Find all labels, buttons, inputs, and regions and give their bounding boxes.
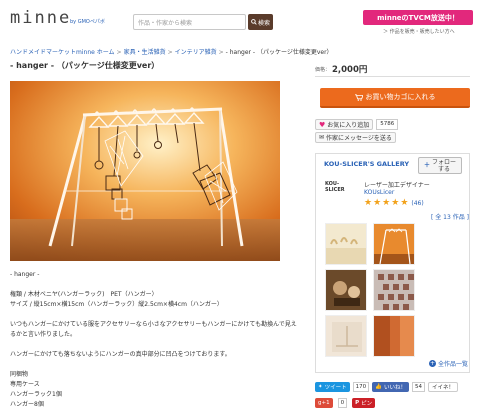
desc-gap bbox=[10, 360, 300, 370]
add-to-cart-label: お買い物カゴに入れる bbox=[365, 93, 436, 101]
tweet-button[interactable]: ✦ ツイート bbox=[315, 382, 350, 392]
seller-link[interactable]: ＞ 作品を販売・販売したい方へ bbox=[383, 28, 455, 35]
breadcrumb-category[interactable]: 家具・生活雑貨 bbox=[124, 49, 166, 56]
follow-label: フォローする bbox=[432, 158, 457, 173]
rating-stars: ★ ★ ★ ★ ★ (46) bbox=[364, 199, 424, 208]
all-works-link[interactable]: + 全作品一覧 bbox=[429, 359, 468, 368]
follow-button[interactable]: ＋ フォローする bbox=[418, 157, 462, 174]
creator-name[interactable]: KOUsLicer bbox=[364, 189, 394, 196]
tweet-label: ツイート bbox=[324, 385, 347, 391]
desc-line: ハンガーにかけても落ちないようにハンガーの真中部分に凹凸をつけております。 bbox=[10, 351, 231, 358]
search-button-label: 検索 bbox=[257, 19, 270, 27]
desc-line: - hanger - bbox=[10, 271, 40, 278]
gplus-label: g+1 bbox=[318, 400, 330, 406]
twitter-icon: ✦ bbox=[318, 384, 323, 390]
pin-label: ピン bbox=[361, 401, 373, 407]
breadcrumb: ハンドメイドマーケットminne ホーム > 家具・生活雑貨 > インテリア雑貨 > - h… bbox=[10, 47, 333, 56]
items-count[interactable]: [ 全 13 作品 ] bbox=[431, 212, 469, 221]
breadcrumb-current: - hanger - （パッケージ仕様変更ver） bbox=[225, 49, 333, 56]
favorite-count: 5786 bbox=[376, 119, 399, 130]
search-icon bbox=[251, 19, 257, 25]
search-button[interactable]: 検索 bbox=[248, 14, 273, 30]
social-share-row: ✦ ツイート 170 👍 いいね！ 54 イイネ！ bbox=[315, 382, 459, 392]
breadcrumb-separator: > bbox=[167, 49, 173, 56]
site-header: minne by GMOペパボ 作品・作家から検索 検索 minneのTVCM放… bbox=[0, 0, 480, 40]
google-plus-button[interactable]: g+1 bbox=[315, 398, 333, 408]
cart-icon bbox=[354, 93, 363, 101]
price-value: 2,000円 bbox=[332, 65, 368, 75]
message-creator-button[interactable]: ✉ 作家にメッセージを送る bbox=[315, 132, 396, 143]
like-count: 54 bbox=[412, 382, 425, 392]
review-count[interactable]: (46) bbox=[411, 200, 423, 207]
pinterest-button[interactable]: P ピン bbox=[352, 398, 376, 408]
breadcrumb-home[interactable]: ハンドメイドマーケットminne ホーム bbox=[10, 49, 115, 56]
desc-gap bbox=[10, 280, 300, 290]
desc-line: ハンガーラック1個 bbox=[10, 391, 62, 398]
creator-gallery: KOU-SLICER'S GALLERY ＋ フォローする KOU-SLICER… bbox=[315, 153, 470, 373]
product-description: - hanger - 権類 / 木材ベニヤ(ハンガーラック) PET（ハンガー）… bbox=[10, 270, 300, 410]
social-share-row-2: g+1 0 P ピン bbox=[315, 398, 376, 408]
all-works-label: 全作品一覧 bbox=[438, 361, 469, 368]
iine-label: イイネ！ bbox=[432, 385, 455, 391]
gallery-thumbnail[interactable] bbox=[325, 269, 367, 311]
breadcrumb-separator: > bbox=[116, 49, 122, 56]
product-title: - hanger - （パッケージ仕様変更ver） bbox=[10, 61, 160, 70]
gallery-thumbnail[interactable] bbox=[373, 269, 415, 311]
gallery-thumbnail[interactable] bbox=[325, 315, 367, 357]
price-label: 価格： bbox=[315, 67, 331, 73]
thumbs-up-icon: 👍 bbox=[375, 384, 382, 390]
desc-gap bbox=[10, 340, 300, 350]
star-icon: ★ bbox=[382, 198, 391, 208]
favorite-label: お気に入り追加 bbox=[327, 122, 370, 129]
like-label: いいね！ bbox=[383, 385, 406, 391]
star-icon: ★ bbox=[391, 198, 400, 208]
star-icon: ★ bbox=[364, 198, 373, 208]
pinterest-icon: P bbox=[355, 400, 360, 406]
site-logo[interactable]: minne bbox=[10, 8, 71, 28]
gallery-thumbnail[interactable] bbox=[325, 223, 367, 265]
gallery-thumbnail[interactable] bbox=[373, 315, 415, 357]
heart-icon: ♥ bbox=[319, 120, 326, 129]
desc-line: 権類 / 木材ベニヤ(ハンガーラック) PET（ハンガー） bbox=[10, 291, 158, 298]
desc-line: 同梱物 bbox=[10, 371, 29, 378]
mixi-iine-button[interactable]: イイネ！ bbox=[428, 382, 459, 392]
tvcm-banner[interactable]: minneのTVCM放送中！ bbox=[363, 10, 473, 25]
gplus-count: 0 bbox=[337, 398, 348, 408]
favorite-button[interactable]: ♥ お気に入り追加 bbox=[315, 119, 374, 130]
facebook-like-button[interactable]: 👍 いいね！ bbox=[372, 382, 409, 392]
desc-line: ハンガー8個 bbox=[10, 401, 44, 408]
star-icon: ★ bbox=[373, 198, 382, 208]
logo-sub: by GMOペパボ bbox=[70, 19, 105, 25]
gallery-thumbnail[interactable] bbox=[373, 223, 415, 265]
plus-icon: ＋ bbox=[423, 162, 430, 169]
breadcrumb-separator: > bbox=[218, 49, 224, 56]
search-input[interactable]: 作品・作家から検索 bbox=[133, 14, 246, 30]
creator-logo[interactable]: KOU-SLICER bbox=[325, 181, 349, 193]
desc-line: 専用ケース bbox=[10, 381, 40, 388]
plus-circle-icon: + bbox=[429, 360, 436, 367]
desc-line: いつもハンガーにかけている服をアクセサリーなら小さなアクセサリーもハンガーにかけ… bbox=[10, 321, 297, 338]
favorite-row: ♥ お気に入り追加 5786 bbox=[315, 119, 399, 130]
gallery-title[interactable]: KOU-SLICER'S GALLERY bbox=[324, 160, 409, 168]
star-icon: ★ bbox=[400, 198, 409, 208]
product-photo[interactable] bbox=[10, 81, 280, 261]
desc-line: サイズ / 縦15cm×横15cm（ハンガーラック）縦2.5cm×横4cm（ハン… bbox=[10, 301, 223, 308]
breadcrumb-subcategory[interactable]: インテリア雑貨 bbox=[175, 49, 217, 56]
desc-gap bbox=[10, 310, 300, 320]
message-label: 作家にメッセージを送る bbox=[326, 135, 392, 142]
add-to-cart-button[interactable]: お買い物カゴに入れる bbox=[320, 88, 470, 108]
mail-icon: ✉ bbox=[319, 134, 325, 141]
tweet-count: 170 bbox=[352, 382, 370, 392]
price-row: 価格： 2,000円 bbox=[315, 63, 470, 77]
creator-role: レーザー加工デザイナー bbox=[364, 182, 430, 189]
